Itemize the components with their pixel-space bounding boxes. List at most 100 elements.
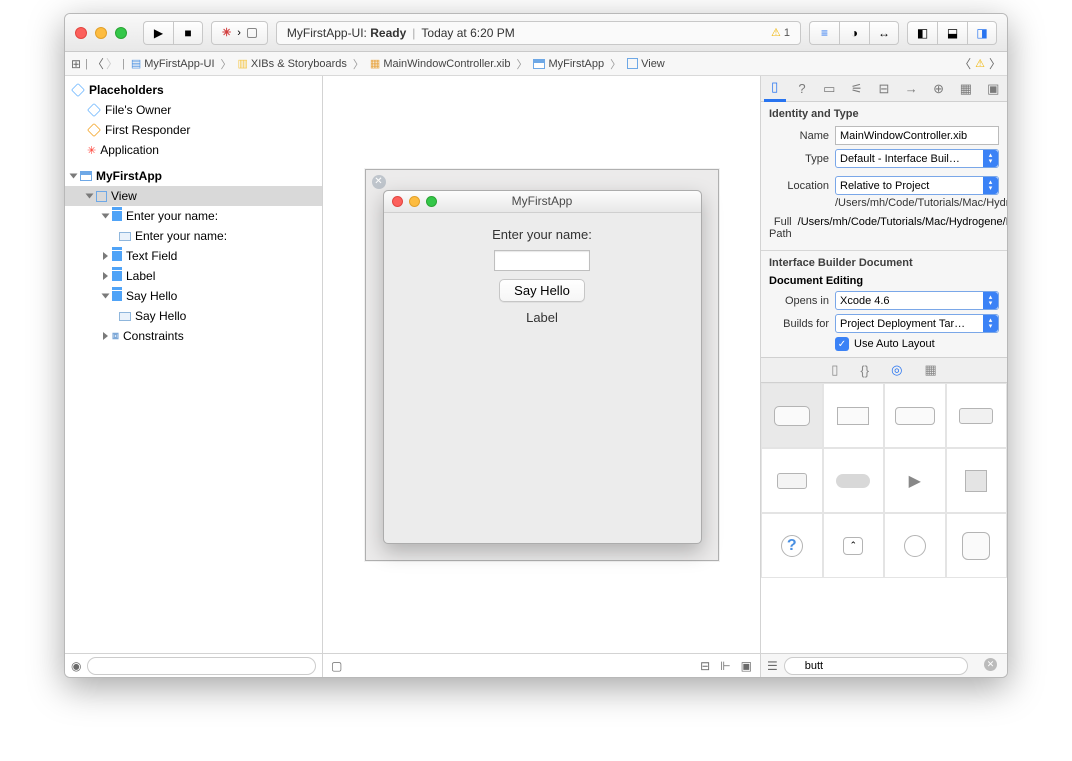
type-label: Type [769, 153, 829, 165]
bc-warning-icon[interactable]: ⚠ [975, 57, 985, 70]
toggle-utilities-button[interactable]: ◨ [967, 21, 997, 45]
media-library-tab[interactable]: ▦ [924, 362, 936, 378]
first-responder-item[interactable]: First Responder [65, 120, 322, 140]
related-items-icon[interactable]: ⊞ [71, 57, 81, 71]
clear-search-icon[interactable]: ✕ [984, 658, 997, 671]
lib-rounded-textured-button[interactable] [946, 383, 1008, 448]
canvas-bottom-bar: ▢ ⊟ ⊩ ▣ [323, 653, 760, 677]
container-close-icon[interactable]: ✕ [372, 175, 386, 189]
attributes-inspector-tab[interactable]: ⚟ [846, 81, 868, 97]
identity-inspector-tab[interactable]: ▭ [818, 81, 840, 97]
bc-next-issue[interactable]: 〉 [989, 55, 1001, 72]
enter-name-label-cell[interactable]: Enter your name: [65, 206, 322, 226]
designed-zoom-icon [426, 196, 437, 207]
application-item[interactable]: ✳ Application [65, 140, 322, 160]
say-hello-button-cell[interactable]: Say Hello [65, 306, 322, 326]
toggle-debug-button[interactable]: ⬓ [937, 21, 967, 45]
toolbar: ▶ ■ ✳ › MyFirstApp-UI: Ready | Today at … [65, 14, 1007, 52]
say-hello-cell[interactable]: Say Hello [65, 286, 322, 306]
lib-disclosure-triangle[interactable]: ▶ [884, 448, 946, 513]
library-search-input[interactable] [784, 657, 968, 675]
ib-canvas[interactable]: ✕ MyFirstApp Enter your name: [323, 76, 760, 653]
disclosure-triangle-icon[interactable] [102, 294, 110, 299]
lib-help-button[interactable]: ? [761, 513, 823, 578]
designed-view[interactable]: Enter your name: Say Hello Label [384, 213, 701, 325]
bc-group[interactable]: ▥XIBs & Storyboards [236, 57, 349, 70]
enter-name-label[interactable]: Enter your name: [65, 226, 322, 246]
warning-indicator[interactable]: ⚠ 1 [771, 26, 790, 39]
bc-project[interactable]: ▤MyFirstApp-UI [129, 57, 217, 70]
lib-square-button[interactable] [946, 448, 1008, 513]
location-select[interactable]: Relative to Project [835, 176, 999, 195]
opens-in-select[interactable]: Xcode 4.6 [835, 291, 999, 310]
label-item[interactable]: Label [65, 266, 322, 286]
lib-gradient-button[interactable] [823, 383, 885, 448]
toggle-navigator-button[interactable]: ◧ [907, 21, 937, 45]
view-item[interactable]: View [65, 186, 322, 206]
effects-inspector-tab[interactable]: ▦ [955, 81, 977, 97]
designed-text-field[interactable] [494, 250, 590, 271]
pin-icon[interactable]: ⊩ [720, 659, 730, 673]
disclosure-triangle-icon[interactable] [103, 332, 108, 340]
file-inspector-tab[interactable]: ▯ [764, 76, 786, 102]
size-inspector-tab[interactable]: ⊟ [873, 81, 895, 97]
filter-icon[interactable]: ◉ [71, 659, 81, 673]
toggle-outline-icon[interactable]: ▢ [331, 659, 342, 673]
disclosure-triangle-icon[interactable] [102, 214, 110, 219]
file-template-library-tab[interactable]: ▯ [831, 362, 838, 378]
disclosure-triangle-icon[interactable] [103, 272, 108, 280]
lib-textured-button[interactable] [761, 448, 823, 513]
lib-disclosure-button[interactable]: ⌃ [823, 513, 885, 578]
files-owner-item[interactable]: File's Owner [65, 100, 322, 120]
minimize-window-button[interactable] [95, 27, 107, 39]
auto-layout-checkbox[interactable]: ✓ [835, 337, 849, 351]
connections-inspector-tab[interactable]: → [900, 81, 922, 96]
designed-label-enter-name[interactable]: Enter your name: [492, 227, 592, 242]
lib-round-button[interactable] [884, 513, 946, 578]
designed-close-icon [392, 196, 403, 207]
code-snippet-library-tab[interactable]: {} [860, 363, 869, 378]
scheme-icon: ✳ [222, 26, 231, 39]
designed-say-hello-button[interactable]: Say Hello [499, 279, 585, 302]
bc-file[interactable]: ▦MainWindowController.xib [368, 57, 513, 70]
align-icon[interactable]: ⊟ [700, 659, 710, 673]
stop-button[interactable]: ■ [173, 21, 203, 45]
list-grid-toggle-icon[interactable]: ☰ [767, 659, 778, 673]
lib-rounded-rect-button[interactable] [884, 383, 946, 448]
lib-push-button[interactable] [761, 383, 823, 448]
disclosure-triangle-icon[interactable] [103, 252, 108, 260]
outline-filter-input[interactable] [87, 657, 316, 675]
close-window-button[interactable] [75, 27, 87, 39]
auto-layout-checkbox-row[interactable]: ✓ Use Auto Layout [835, 337, 999, 351]
lib-bevel-button[interactable] [946, 513, 1008, 578]
nine-inspector-tab[interactable]: ▣ [982, 81, 1004, 97]
designed-titlebar: MyFirstApp [384, 191, 701, 213]
designed-window[interactable]: MyFirstApp Enter your name: Say Hello La… [383, 190, 702, 544]
standard-editor-button[interactable]: ≡ [809, 21, 839, 45]
quick-help-tab[interactable]: ? [791, 81, 813, 96]
run-button[interactable]: ▶ [143, 21, 173, 45]
forward-button[interactable]: 〉 [106, 55, 118, 72]
designed-label-output[interactable]: Label [526, 310, 558, 325]
bindings-inspector-tab[interactable]: ⊕ [928, 81, 950, 97]
zoom-window-button[interactable] [115, 27, 127, 39]
disclosure-triangle-icon[interactable] [86, 194, 94, 199]
bc-view[interactable]: View [625, 58, 667, 70]
constraints-item[interactable]: ⧈ Constraints [65, 326, 322, 346]
version-editor-button[interactable]: ↔ [869, 21, 899, 45]
scheme-selector[interactable]: ✳ › [211, 21, 268, 45]
bc-prev-issue[interactable]: 〈 [959, 55, 971, 72]
type-select[interactable]: Default - Interface Buil… [835, 149, 999, 168]
disclosure-triangle-icon[interactable] [70, 174, 78, 179]
window-item[interactable]: MyFirstApp [65, 166, 322, 186]
back-button[interactable]: 〈 [92, 55, 104, 72]
ib-window-container[interactable]: ✕ MyFirstApp Enter your name: [365, 169, 719, 561]
object-library-tab[interactable]: ◎ [891, 362, 902, 378]
assistant-editor-button[interactable]: ◑ [839, 21, 869, 45]
text-field-item[interactable]: Text Field [65, 246, 322, 266]
bc-window[interactable]: MyFirstApp [531, 58, 606, 70]
resolve-issues-icon[interactable]: ▣ [741, 659, 752, 673]
builds-for-select[interactable]: Project Deployment Tar… [835, 314, 999, 333]
name-field[interactable] [835, 126, 999, 145]
lib-recessed-button[interactable] [823, 448, 885, 513]
